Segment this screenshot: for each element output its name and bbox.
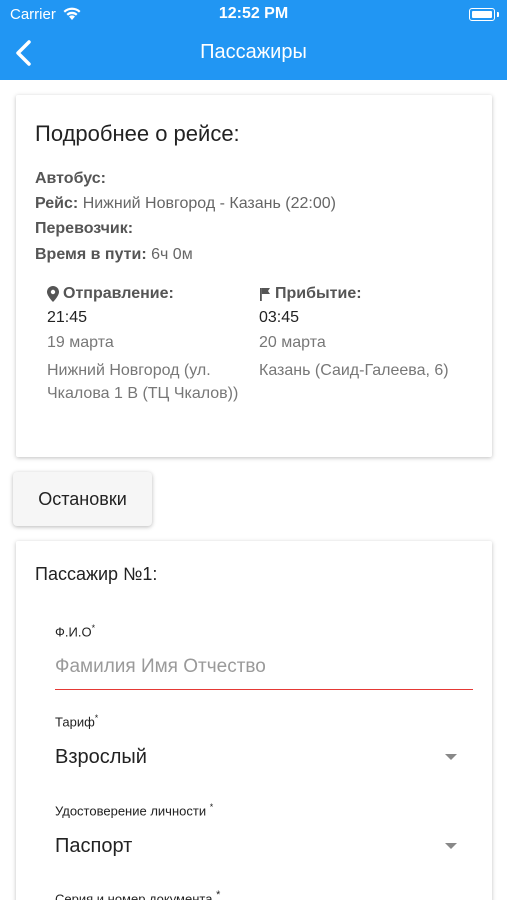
trip-details-title: Подробнее о рейсе: (35, 121, 240, 146)
battery-icon (469, 8, 499, 21)
route-value: Нижний Новгород - Казань (22:00) (82, 195, 336, 212)
required-mark: * (209, 802, 214, 812)
tariff-label-text: Тариф (55, 714, 95, 730)
carrier-line: Перевозчик: (35, 220, 133, 238)
duration-value: 6ч 0м (151, 246, 193, 263)
nav-bar: Пассажиры (0, 28, 507, 80)
location-pin-icon (47, 286, 59, 302)
chevron-down-icon[interactable] (444, 842, 458, 850)
departure-time: 21:45 (47, 309, 88, 326)
arrival-label: Прибытие: (275, 285, 362, 302)
document-number-label: Серия и номер документа * (55, 889, 220, 900)
arrival-column: Прибытие: 03:45 20 марта Казань (Саид-Га… (259, 283, 469, 382)
bus-line: Автобус: (35, 170, 106, 188)
tariff-select[interactable]: Взрослый (55, 746, 147, 769)
duration-label: Время в пути: (35, 246, 147, 263)
bus-label: Автобус: (35, 170, 106, 187)
required-mark: * (91, 623, 96, 633)
departure-address: Нижний Новгород (ул. Чкалова 1 В (ТЦ Чка… (47, 362, 239, 402)
arrival-date: 20 марта (259, 334, 326, 351)
route-line: Рейс: Нижний Новгород - Казань (22:00) (35, 195, 336, 213)
fio-label-text: Ф.И.О (55, 624, 92, 640)
screen: Carrier 12:52 PM Пассажиры Подробнее о р… (0, 0, 507, 900)
document-number-label-text: Серия и номер документа (55, 891, 217, 900)
fio-input[interactable] (55, 644, 473, 690)
tariff-label: Тариф* (55, 713, 98, 729)
arrival-address: Казань (Саид-Галеева, 6) (259, 362, 449, 379)
departure-header: Отправление: (47, 283, 257, 305)
id-document-label-text: Удостоверение личности (55, 803, 210, 819)
required-mark: * (94, 713, 99, 723)
id-document-label: Удостоверение личности * (55, 802, 213, 818)
arrival-time: 03:45 (259, 309, 300, 326)
departure-date: 19 марта (47, 334, 114, 351)
flag-icon (260, 288, 270, 301)
trip-details-card: Подробнее о рейсе: Автобус: Рейс: Нижний… (16, 95, 492, 457)
passenger-title: Пассажир №1: (35, 564, 158, 584)
fio-label: Ф.И.О* (55, 623, 95, 639)
stops-button[interactable]: Остановки (13, 472, 152, 526)
chevron-down-icon[interactable] (444, 753, 458, 761)
carrier-company-label: Перевозчик: (35, 220, 134, 237)
duration-line: Время в пути: 6ч 0м (35, 246, 193, 264)
required-mark: * (216, 889, 221, 900)
passenger-card: Пассажир №1: Ф.И.О* Тариф* Взрослый Удос… (16, 541, 492, 900)
page-title: Пассажиры (200, 41, 307, 63)
arrival-header: Прибытие: (259, 283, 469, 305)
departure-column: Отправление: 21:45 19 марта Нижний Новго… (47, 283, 257, 405)
app-header: Carrier 12:52 PM Пассажиры (0, 0, 507, 80)
departure-label: Отправление: (63, 285, 174, 302)
route-label: Рейс: (35, 195, 79, 212)
status-time: 12:52 PM (218, 5, 289, 22)
status-bar: Carrier 12:52 PM (0, 0, 507, 28)
id-document-select[interactable]: Паспорт (55, 835, 132, 858)
